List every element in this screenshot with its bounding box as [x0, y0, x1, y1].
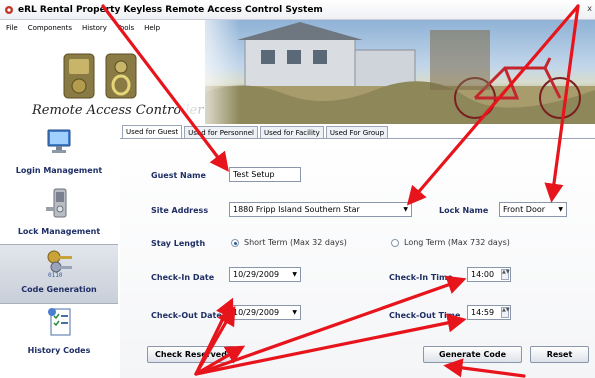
- spinner-arrows-icon[interactable]: ▲▼: [501, 307, 510, 318]
- close-icon[interactable]: x: [587, 4, 592, 13]
- sidebar-item-label: Lock Management: [17, 227, 101, 236]
- short-term-radio[interactable]: [231, 239, 239, 247]
- check-out-time-spinner[interactable]: 14:59 ▲▼: [467, 305, 511, 320]
- svg-text:0110: 0110: [48, 272, 63, 279]
- guest-name-value: Test Setup: [233, 170, 275, 179]
- menu-history[interactable]: History: [82, 24, 107, 32]
- code-generation-panel: Used for Guest Used for Personnel Used f…: [118, 124, 595, 378]
- long-term-radio[interactable]: [391, 239, 399, 247]
- brand-logo-text: Remote Access Controller: [32, 103, 204, 118]
- menu-help[interactable]: Help: [144, 24, 160, 32]
- guest-form: Guest Name Test Setup Site Address 1880 …: [120, 138, 595, 378]
- spinner-arrows-icon[interactable]: ▲▼: [501, 269, 510, 280]
- beach-house-photo-icon: [205, 22, 595, 124]
- chevron-down-icon: ▼: [292, 309, 297, 316]
- long-term-label: Long Term (Max 732 days): [404, 238, 510, 247]
- check-out-date-label: Check-Out Date: [151, 311, 222, 320]
- stay-length-label: Stay Length: [151, 239, 206, 248]
- monitor-icon: [47, 129, 71, 153]
- short-term-label: Short Term (Max 32 days): [244, 238, 347, 247]
- check-out-time-label: Check-Out Time: [389, 311, 461, 320]
- guest-name-label: Guest Name: [151, 171, 206, 180]
- menu-bar: File Components History Tools Help: [0, 20, 230, 35]
- check-in-time-value: 14:00: [471, 270, 495, 279]
- sidebar-item-label: Code Generation: [21, 285, 97, 294]
- sidebar-item-lock-management[interactable]: Lock Management: [0, 187, 118, 247]
- check-in-date-value: 10/29/2009: [233, 270, 280, 279]
- chevron-down-icon: ▼: [292, 271, 297, 278]
- lock-name-label: Lock Name: [439, 206, 489, 215]
- tab-used-for-guest[interactable]: Used for Guest: [122, 125, 183, 139]
- title-bar: eRL Rental Property Keyless Remote Acces…: [0, 0, 595, 20]
- banner-photo: [205, 20, 595, 124]
- lock-name-select[interactable]: Front Door ▼: [499, 202, 567, 217]
- reset-button[interactable]: Reset: [530, 346, 589, 363]
- check-in-date-label: Check-In Date: [151, 273, 215, 282]
- site-address-label: Site Address: [151, 206, 209, 215]
- document-icon: [48, 308, 71, 336]
- menu-components[interactable]: Components: [28, 24, 72, 32]
- lock-name-value: Front Door: [503, 205, 546, 214]
- door-lock-icon: [46, 188, 67, 218]
- check-in-date-picker[interactable]: 10/29/2009 ▼: [229, 267, 301, 282]
- window-title: eRL Rental Property Keyless Remote Acces…: [18, 4, 323, 15]
- sidebar-item-label: Login Management: [15, 166, 103, 175]
- site-address-select[interactable]: 1880 Fripp Island Southern Star ▼: [229, 202, 412, 217]
- guest-name-input[interactable]: Test Setup: [229, 167, 301, 182]
- sidebar: Login Management Lock Management 0110 Co…: [0, 124, 118, 378]
- sidebar-item-history-codes[interactable]: History Codes: [0, 306, 118, 366]
- check-reserved-button[interactable]: Check Reserved: [147, 346, 235, 363]
- generate-code-button[interactable]: Generate Code: [423, 346, 522, 363]
- door-lock-photo-icon: [63, 53, 137, 99]
- menu-file[interactable]: File: [6, 24, 18, 32]
- banner-logo-area: Remote Access Controller: [0, 20, 205, 124]
- sidebar-item-label: History Codes: [27, 346, 91, 355]
- menu-tools[interactable]: Tools: [117, 24, 134, 32]
- header-banner: Remote Access Controller: [0, 20, 595, 124]
- keys-icon: 0110: [47, 250, 72, 279]
- check-in-time-spinner[interactable]: 14:00 ▲▼: [467, 267, 511, 282]
- check-out-date-value: 10/29/2009: [233, 308, 280, 317]
- check-out-date-picker[interactable]: 10/29/2009 ▼: [229, 305, 301, 320]
- check-out-time-value: 14:59: [471, 308, 495, 317]
- chevron-down-icon: ▼: [558, 206, 563, 213]
- sidebar-item-code-generation[interactable]: 0110 Code Generation: [0, 244, 118, 304]
- app-icon: [5, 5, 13, 14]
- site-address-value: 1880 Fripp Island Southern Star: [233, 205, 360, 214]
- banner-fade: [180, 20, 240, 124]
- check-in-time-label: Check-In Time: [389, 273, 453, 282]
- sidebar-item-login-management[interactable]: Login Management: [0, 126, 118, 186]
- chevron-down-icon: ▼: [403, 206, 408, 213]
